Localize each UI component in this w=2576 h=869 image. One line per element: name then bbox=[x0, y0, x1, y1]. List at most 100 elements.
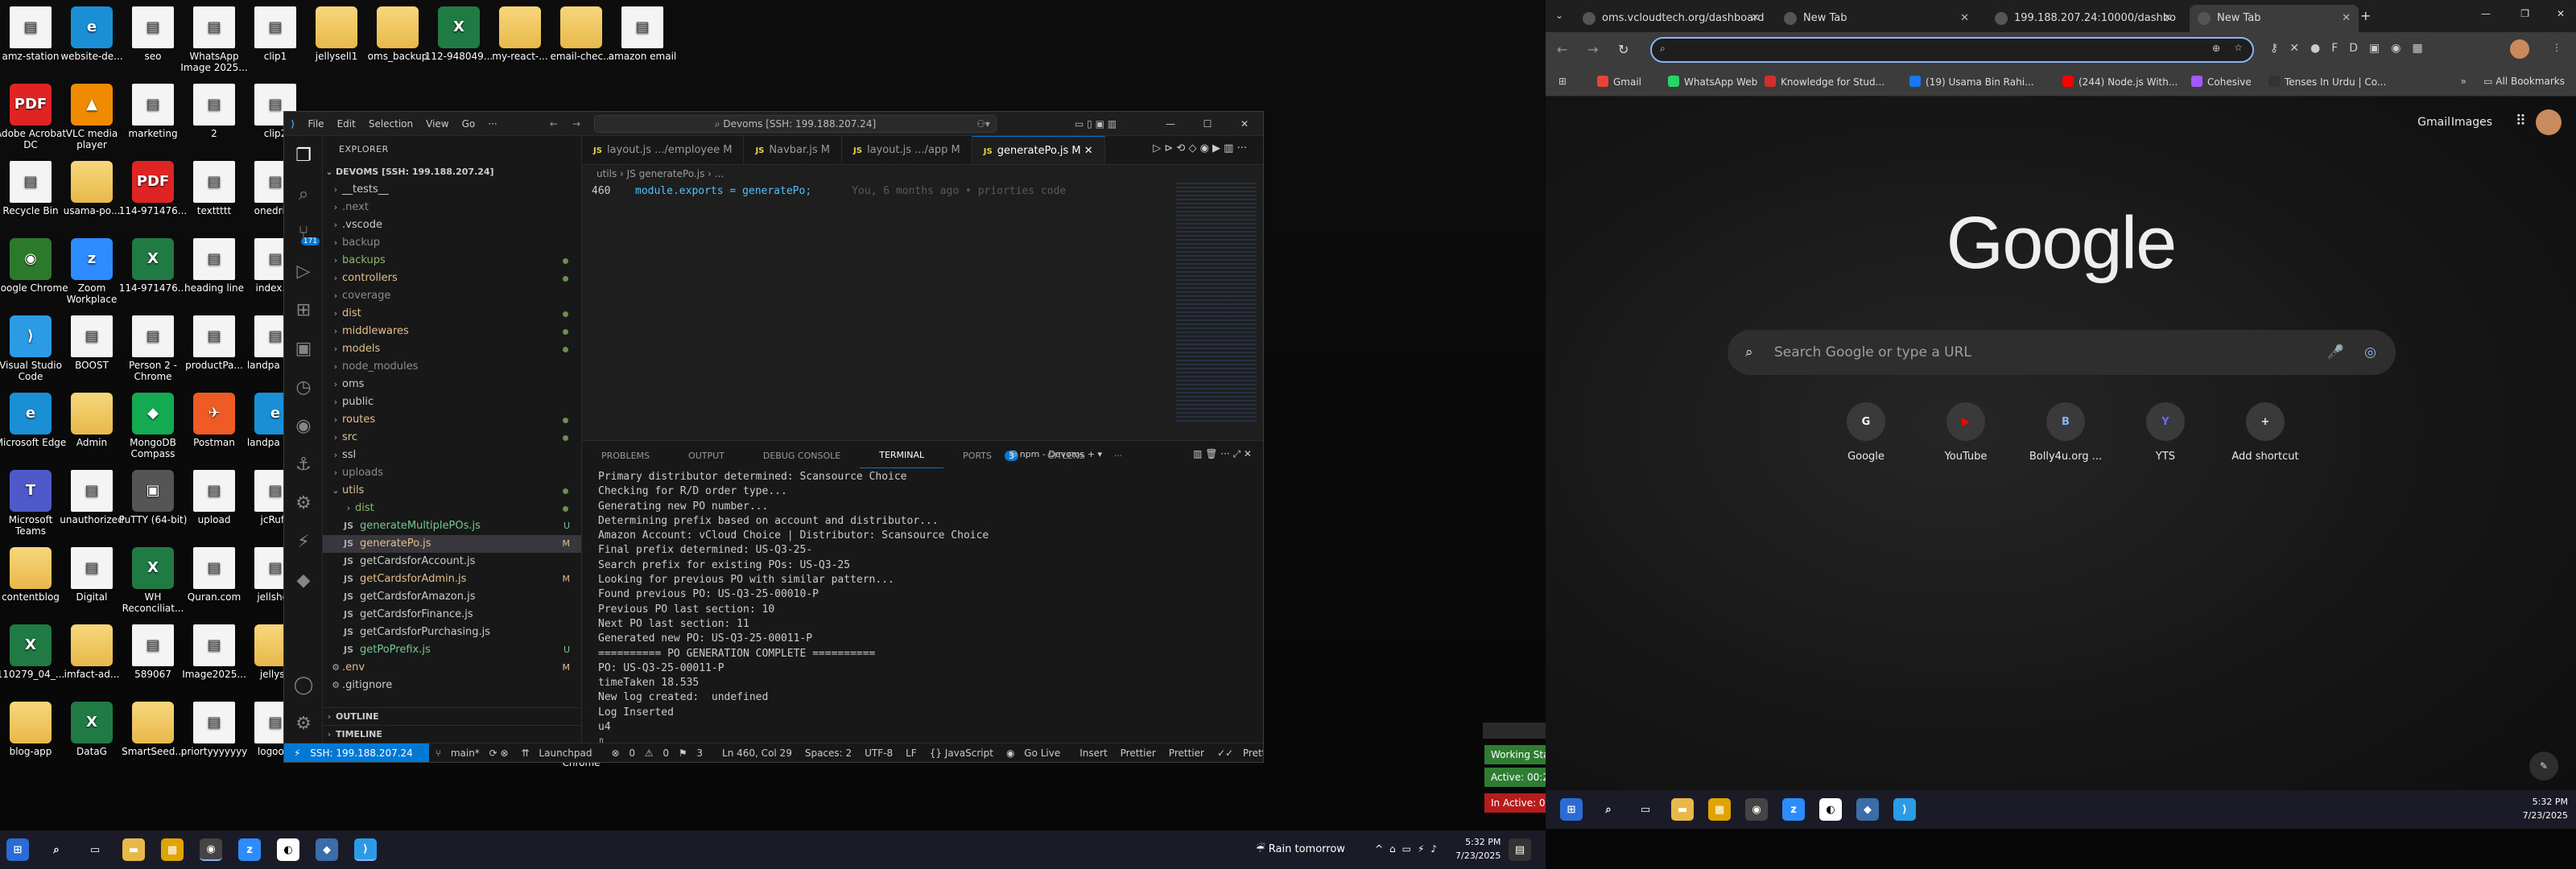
tree-item[interactable]: JS getCardsforFinance.js bbox=[323, 606, 581, 624]
editor-tab[interactable]: JS Navbar.js M bbox=[744, 136, 843, 164]
omnibox[interactable]: ⌕ ⊕ ☆ bbox=[1650, 37, 2254, 63]
lens-icon[interactable]: ◎ bbox=[2364, 330, 2376, 375]
insert-mode[interactable]: Insert bbox=[1073, 748, 1113, 759]
chrome-menu-icon[interactable]: ⋮ bbox=[2552, 42, 2562, 53]
panel-actions[interactable]: ▥ 🗑 ··· ⤢ ✕ bbox=[1193, 448, 1252, 460]
bookmark-item[interactable]: (244) Node.js With... bbox=[2062, 76, 2178, 88]
reload-icon[interactable]: ↻ bbox=[1618, 42, 1629, 57]
tree-item[interactable]: › dist bbox=[323, 500, 581, 517]
tree-item[interactable]: ⚙ .gitignore bbox=[323, 677, 581, 694]
notification-center-icon[interactable]: ▤ bbox=[1509, 838, 1531, 861]
close-tab-icon[interactable]: ✕ bbox=[2163, 5, 2172, 32]
start-button-icon[interactable]: ⊞ bbox=[6, 838, 29, 861]
minimize-button[interactable]: — bbox=[1152, 112, 1189, 136]
close-tab-icon[interactable]: ✕ bbox=[1081, 145, 1093, 157]
tree-item[interactable]: › dist bbox=[323, 305, 581, 323]
system-tray-icons[interactable]: ^⌂▭⚡♪ bbox=[1375, 843, 1443, 855]
explorer-icon[interactable]: ❐ bbox=[284, 136, 323, 175]
gmail-link[interactable]: Gmail bbox=[2417, 116, 2450, 129]
shortcut-tile[interactable]: Y YTS bbox=[2120, 402, 2211, 463]
python-icon[interactable]: ◆ bbox=[284, 561, 323, 599]
close-tab-icon[interactable]: ✕ bbox=[2342, 5, 2351, 32]
cursor-position[interactable]: Ln 460, Col 29 bbox=[716, 748, 799, 759]
tree-item[interactable]: › backup bbox=[323, 234, 581, 252]
docker-icon[interactable]: ⚓ bbox=[284, 445, 323, 484]
indentation[interactable]: Spaces: 2 bbox=[799, 748, 858, 759]
code-editor[interactable]: 460 module.exports = generatePo; You, 6 m… bbox=[582, 183, 1263, 440]
timeline-section[interactable]: › TIMELINE bbox=[323, 725, 581, 743]
shortcut-tile[interactable]: B Bolly4u.org ... bbox=[2021, 402, 2111, 463]
panel-tab[interactable]: OUTPUT bbox=[669, 451, 744, 461]
menu-item[interactable]: ··· bbox=[481, 118, 503, 130]
browser-tab[interactable]: 199.188.207.24:10000/dashbo ✕ bbox=[1987, 5, 2180, 32]
panel-tab[interactable]: PROBLEMS bbox=[582, 451, 669, 461]
chrome-taskbar-icon[interactable]: ◉ bbox=[1745, 798, 1768, 821]
tree-item[interactable]: JS generateMultiplePOs.js U bbox=[323, 517, 581, 535]
terminal-output[interactable]: Primary distributor determined: Scansour… bbox=[582, 470, 1263, 750]
zoom-taskbar-icon[interactable]: z bbox=[1782, 798, 1805, 821]
zoom-icon[interactable]: ⊕ bbox=[2212, 43, 2220, 54]
images-link[interactable]: Images bbox=[2451, 116, 2492, 129]
search-icon[interactable]: ⌕ bbox=[284, 175, 323, 213]
tree-item[interactable]: JS getCardsforAccount.js bbox=[323, 553, 581, 570]
tree-item[interactable]: JS getCardsforPurchasing.js bbox=[323, 624, 581, 641]
language-mode[interactable]: {} JavaScript bbox=[923, 748, 1000, 759]
apps-icon[interactable]: ⊞ bbox=[1558, 76, 1567, 87]
account-icon[interactable]: ◯ bbox=[284, 665, 323, 704]
close-button[interactable]: ✕ bbox=[1226, 112, 1263, 136]
panel-tab[interactable]: TERMINAL bbox=[860, 443, 944, 468]
editor-actions[interactable]: ▷ ⊳ ⟲ ◇ ◉ ▶ ▥ ··· bbox=[1153, 142, 1247, 154]
voice-search-icon[interactable]: 🎤 bbox=[2327, 330, 2344, 375]
tree-item[interactable]: JS getPoPrefix.js U bbox=[323, 641, 581, 659]
tree-item[interactable]: › src bbox=[323, 429, 581, 447]
outline-section[interactable]: › OUTLINE bbox=[323, 707, 581, 725]
panel-more-icon[interactable]: ··· bbox=[1104, 451, 1133, 461]
bookmarks-overflow-icon[interactable]: » bbox=[2461, 76, 2467, 87]
copilot-icon[interactable]: ⚇▾ bbox=[976, 118, 990, 130]
editor-tab[interactable]: JS layout.js .../employee M bbox=[582, 136, 745, 164]
zoom-app-icon[interactable]: z bbox=[238, 838, 261, 861]
task-view-icon[interactable]: ▭ bbox=[1634, 798, 1657, 821]
clock-2[interactable]: 5:32 PM 7/23/2025 bbox=[2523, 795, 2568, 822]
gitlens-icon[interactable]: ◉ bbox=[284, 406, 323, 445]
app2-taskbar-icon[interactable]: ◆ bbox=[1856, 798, 1879, 821]
tree-item[interactable]: ⌄ utils bbox=[323, 482, 581, 500]
nav-back-icon[interactable]: ← bbox=[543, 118, 564, 130]
app-taskbar-icon[interactable]: ◐ bbox=[1819, 798, 1842, 821]
terminal-select[interactable]: ⛁ npm - Devoms + ▾ bbox=[1009, 449, 1102, 459]
shortcut-tile[interactable]: ▶ YouTube bbox=[1921, 402, 2011, 463]
clock[interactable]: 5:32 PM 7/23/2025 bbox=[1455, 835, 1501, 863]
explorer-taskbar-icon[interactable]: ▬ bbox=[122, 838, 145, 861]
tree-item[interactable]: › node_modules bbox=[323, 358, 581, 376]
chrome-close-button[interactable]: ✕ bbox=[2557, 8, 2565, 19]
breadcrumb[interactable]: utils › JS generatePo.js › ... bbox=[582, 165, 1263, 183]
new-tab-button[interactable]: + bbox=[2360, 8, 2371, 23]
manage-gear-icon[interactable]: ⚙ bbox=[284, 704, 323, 743]
tree-item[interactable]: › .next bbox=[323, 199, 581, 216]
forward-icon[interactable]: → bbox=[1587, 42, 1598, 57]
menu-item[interactable]: View bbox=[419, 118, 455, 130]
chrome-minimize-button[interactable]: — bbox=[2481, 8, 2491, 19]
prettier-2[interactable]: Prettier bbox=[1162, 748, 1211, 759]
close-tab-icon[interactable]: ✕ bbox=[1751, 5, 1760, 32]
tree-item[interactable]: › __tests__ bbox=[323, 181, 581, 199]
tree-item[interactable]: JS getCardsforAdmin.js M bbox=[323, 570, 581, 588]
menu-item[interactable]: File bbox=[301, 118, 330, 130]
prettier-1[interactable]: Prettier bbox=[1114, 748, 1162, 759]
remote-indicator[interactable]: ⚡ SSH: 199.188.207.24 bbox=[284, 743, 429, 762]
weather-widget[interactable]: ☔ Rain tomorrow bbox=[1256, 843, 1345, 855]
tree-item[interactable]: › oms bbox=[323, 376, 581, 393]
misc2-app-icon[interactable]: ◆ bbox=[316, 838, 338, 861]
tree-item[interactable]: JS getCardsforAmazon.js bbox=[323, 588, 581, 606]
start-icon[interactable]: ⊞ bbox=[1560, 798, 1583, 821]
editor-tab[interactable]: JS generatePo.js M ✕ bbox=[972, 136, 1105, 164]
tree-item[interactable]: JS generatePo.js M bbox=[323, 535, 581, 553]
tree-item[interactable]: › coverage bbox=[323, 287, 581, 305]
menu-item[interactable]: Edit bbox=[331, 118, 362, 130]
shortcut-tile[interactable]: + Add shortcut bbox=[2220, 402, 2310, 463]
nav-forward-icon[interactable]: → bbox=[566, 118, 587, 130]
go-live[interactable]: ◉ Go Live bbox=[1000, 748, 1073, 759]
tree-item[interactable]: › uploads bbox=[323, 464, 581, 482]
bookmark-star-icon[interactable]: ☆ bbox=[2234, 42, 2243, 53]
bookmark-item[interactable]: (19) Usama Bin Rahi... bbox=[1909, 76, 2034, 88]
